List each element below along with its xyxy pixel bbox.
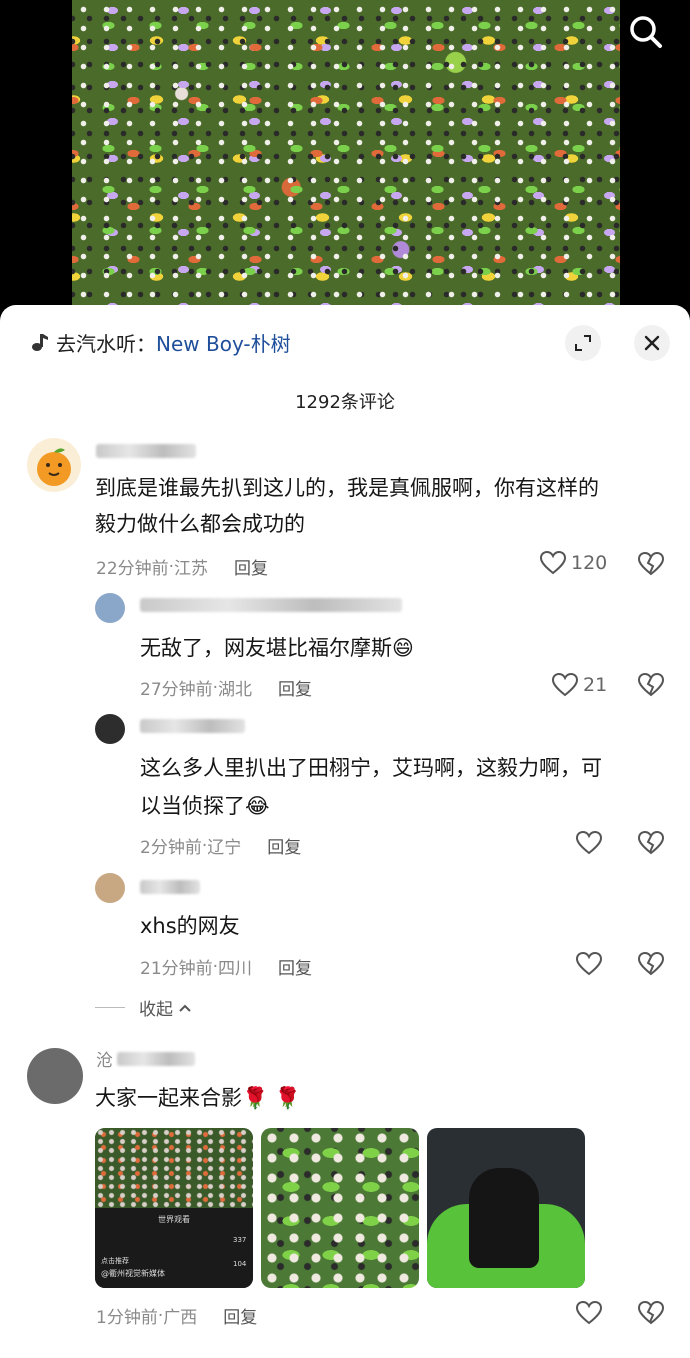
username-blur — [117, 1051, 195, 1066]
like-button[interactable] — [575, 951, 603, 977]
dislike-button[interactable] — [637, 551, 665, 581]
comment-time: 2分钟前 — [140, 838, 202, 858]
username: 沧 — [96, 1051, 113, 1071]
broken-heart-icon — [637, 830, 665, 855]
username[interactable] — [140, 598, 402, 612]
collapse-replies-button[interactable]: 收起 — [95, 995, 193, 1020]
comment-location: 四川 — [218, 959, 253, 979]
broken-heart-icon — [637, 1300, 665, 1325]
divider — [95, 1007, 125, 1008]
music-note-icon — [32, 334, 48, 351]
search-button[interactable] — [624, 10, 668, 54]
reply-button[interactable]: 回复 — [278, 954, 312, 979]
heart-icon — [539, 550, 567, 575]
image-source: @衢州视觉新媒体 — [101, 1269, 165, 1278]
like-button[interactable] — [575, 1300, 603, 1326]
image-count: 104 — [233, 1260, 247, 1268]
comment-time: 27分钟前 — [140, 680, 213, 700]
comments-count: 1292条评论 — [295, 392, 395, 413]
heart-icon — [575, 830, 603, 855]
heart-icon — [551, 672, 579, 697]
comment-time: 21分钟前 — [140, 959, 213, 979]
avatar[interactable] — [95, 873, 125, 903]
avatar[interactable] — [95, 593, 125, 623]
comment-image[interactable]: 世界观看 点击推荐 @衢州视觉新媒体 337 104 — [95, 1128, 253, 1288]
chevron-up-icon — [179, 1004, 191, 1012]
heart-icon — [575, 1300, 603, 1325]
reply-button[interactable]: 回复 — [278, 675, 312, 700]
broken-heart-icon — [637, 551, 665, 576]
person-photo — [469, 1168, 539, 1268]
username[interactable] — [140, 719, 245, 733]
collapse-label: 收起 — [139, 1000, 173, 1020]
orange-avatar-icon — [37, 448, 71, 486]
reply-button[interactable]: 回复 — [267, 833, 301, 858]
comment-meta: 1分钟前 · 广西 回复 — [96, 1303, 257, 1329]
comment-text: xhs的网友 — [140, 914, 240, 938]
dislike-button[interactable] — [637, 951, 665, 981]
comment-meta: 21分钟前 · 四川 回复 — [140, 954, 312, 980]
music-prefix: 去汽水听： — [56, 331, 156, 356]
comment-meta: 22分钟前 · 江苏 回复 — [96, 554, 268, 580]
comment-image[interactable] — [261, 1128, 419, 1288]
avatar[interactable] — [27, 1048, 83, 1104]
expand-button[interactable] — [565, 325, 601, 361]
username-row[interactable]: 沧 — [96, 1046, 195, 1071]
avatar[interactable] — [95, 714, 125, 744]
video-player[interactable] — [72, 0, 620, 312]
comment-location: 江苏 — [174, 559, 209, 579]
username[interactable] — [96, 444, 196, 458]
broken-heart-icon — [637, 951, 665, 976]
dislike-button[interactable] — [637, 1300, 665, 1330]
comment-text: 以当侦探了😂 — [140, 794, 270, 818]
comment-text: 无敌了，网友堪比福尔摩斯😄 — [140, 636, 414, 660]
reply-button[interactable]: 回复 — [234, 554, 268, 579]
like-button[interactable] — [575, 830, 603, 856]
music-title-link[interactable]: New Boy-朴树 — [156, 328, 291, 357]
comment-text: 这么多人里扒出了田栩宁，艾玛啊，这毅力啊，可 — [140, 756, 602, 780]
close-button[interactable] — [634, 325, 670, 361]
crowd-photo — [95, 1128, 253, 1208]
image-count: 337 — [233, 1236, 247, 1244]
broken-heart-icon — [637, 672, 665, 697]
close-icon — [644, 335, 660, 351]
like-count: 120 — [571, 552, 608, 574]
comment-image[interactable] — [427, 1128, 585, 1288]
dislike-button[interactable] — [637, 672, 665, 702]
username[interactable] — [140, 880, 200, 894]
like-button[interactable]: 120 — [539, 550, 607, 576]
search-icon — [630, 16, 662, 48]
image-caption: 世界观看 — [158, 1215, 190, 1224]
comment-meta: 2分钟前 · 辽宁 回复 — [140, 833, 301, 859]
heart-icon — [575, 951, 603, 976]
like-count: 21 — [583, 674, 608, 696]
comment-location: 广西 — [163, 1308, 198, 1328]
comment-time: 22分钟前 — [96, 559, 169, 579]
dislike-button[interactable] — [637, 830, 665, 860]
comment-text: 毅力做什么都会成功的 — [95, 512, 305, 536]
expand-icon — [575, 335, 591, 351]
comment-location: 辽宁 — [207, 838, 242, 858]
comment-text: 大家一起来合影🌹 🌹 — [95, 1086, 301, 1110]
like-button[interactable]: 21 — [551, 672, 607, 698]
comment-text: 到底是谁最先扒到这儿的，我是真佩服啊，你有这样的 — [95, 476, 599, 500]
music-link-row[interactable]: 去汽水听： New Boy-朴树 — [28, 328, 291, 357]
comment-location: 湖北 — [218, 680, 253, 700]
comment-meta: 27分钟前 · 湖北 回复 — [140, 675, 312, 701]
comment-time: 1分钟前 — [96, 1308, 158, 1328]
crowd-photo — [72, 0, 620, 312]
reply-button[interactable]: 回复 — [223, 1303, 257, 1328]
avatar[interactable] — [27, 438, 81, 492]
image-tag: 点击推荐 — [101, 1257, 129, 1265]
